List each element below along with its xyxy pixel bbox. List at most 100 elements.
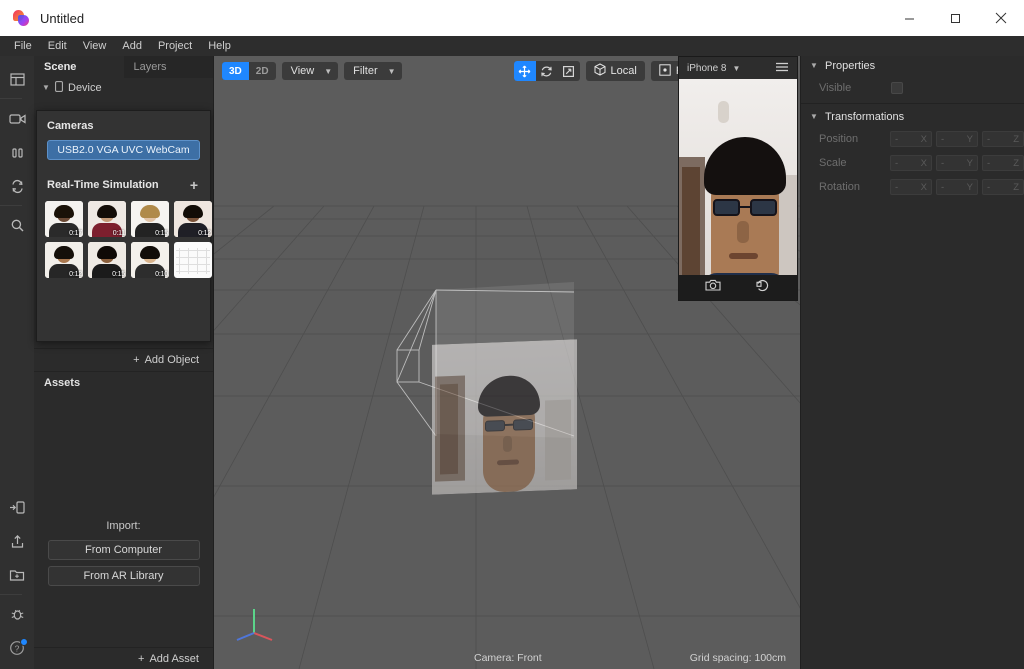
maximize-button[interactable] [932, 0, 978, 36]
chevron-down-icon[interactable]: ▼ [42, 84, 50, 92]
close-button[interactable] [978, 0, 1024, 36]
thumbnail-duration: 0:12 [69, 271, 82, 278]
left-panel: Scene Layers ▼ Device Cameras USB2.0 VGA… [34, 56, 214, 669]
scene-webcam-plane [432, 339, 577, 495]
pause-icon[interactable] [0, 135, 34, 169]
simulation-thumbnail[interactable]: 0:15 [131, 201, 169, 237]
spark-ar-studio-window: Untitled File Edit View Add Project Help [0, 0, 1024, 669]
rotation-z-field[interactable]: -Z [982, 179, 1024, 195]
device-icon [55, 81, 63, 95]
filter-dropdown[interactable]: Filter ▼ [344, 62, 402, 80]
toggle-2d[interactable]: 2D [249, 62, 276, 80]
scale-z-field[interactable]: -Z [982, 155, 1024, 171]
simulation-thumbnail[interactable] [174, 242, 212, 278]
tab-layers[interactable]: Layers [123, 56, 213, 78]
add-object-button[interactable]: + Add Object [34, 348, 213, 372]
debug-bug-icon[interactable] [0, 597, 34, 631]
thumbnail-duration: 0:17 [69, 230, 82, 237]
chevron-down-icon: ▼ [387, 66, 396, 76]
position-y-field[interactable]: -Y [936, 131, 978, 147]
device-preview-screen[interactable] [679, 79, 797, 275]
assets-heading: Assets [34, 372, 213, 394]
hamburger-menu-icon[interactable] [775, 59, 789, 77]
menu-help[interactable]: Help [200, 37, 239, 55]
visible-label: Visible [819, 82, 852, 94]
upload-export-icon[interactable] [0, 524, 34, 558]
add-asset-label: Add Asset [149, 652, 199, 665]
tree-item-device[interactable]: ▼ Device [34, 78, 213, 98]
reload-loop-icon[interactable] [0, 169, 34, 203]
value: - [941, 157, 945, 169]
menu-add[interactable]: Add [114, 37, 150, 55]
device-popover: Cameras USB2.0 VGA UVC WebCam Real-Time … [36, 110, 212, 342]
scale-tool-icon[interactable] [558, 61, 580, 81]
import-from-computer-button[interactable]: From Computer [47, 540, 200, 560]
thumbnail-duration: 0:12 [198, 230, 211, 237]
help-icon[interactable]: ? [0, 631, 34, 665]
filter-dropdown-label: Filter [353, 65, 378, 77]
local-space-label: Local [610, 65, 637, 77]
value: - [941, 181, 945, 193]
pivot-icon [659, 63, 671, 79]
local-space-button[interactable]: Local [585, 61, 645, 81]
properties-section-header[interactable]: ▼ Properties [801, 56, 1024, 76]
device-name-label: iPhone 8 [687, 62, 727, 74]
simulation-thumbnail[interactable]: 0:17 [45, 201, 83, 237]
simulation-thumbnail[interactable]: 0:15 [88, 242, 126, 278]
tree-item-label: Device [68, 82, 102, 94]
device-selector[interactable]: iPhone 8 ▼ [687, 63, 740, 74]
scene-tree: ▼ Device Cameras USB2.0 VGA UVC WebCam R… [34, 78, 213, 348]
tab-scene[interactable]: Scene [34, 56, 124, 78]
rotation-y-field[interactable]: -Y [936, 179, 978, 195]
add-simulation-button[interactable]: + [190, 178, 198, 192]
scale-label: Scale [819, 157, 847, 169]
scale-y-field[interactable]: -Y [936, 155, 978, 171]
rotate-tool-icon[interactable] [536, 61, 558, 81]
rotation-x-field[interactable]: -X [890, 179, 932, 195]
simulation-thumbnail[interactable]: 0:12 [45, 242, 83, 278]
value: - [895, 181, 899, 193]
visible-checkbox[interactable] [891, 82, 903, 94]
simulation-thumbnail[interactable]: 0:12 [174, 201, 212, 237]
camera-status-label: Camera: Front [474, 652, 542, 664]
camera-video-icon[interactable] [0, 101, 34, 135]
property-row-scale: Scale - X - Y - Z [801, 151, 1024, 175]
grid-spacing-label: Grid spacing: 100cm [689, 652, 786, 664]
import-from-ar-library-button[interactable]: From AR Library [47, 566, 200, 586]
minimize-button[interactable] [886, 0, 932, 36]
value: - [895, 133, 899, 145]
panels-layout-icon[interactable] [0, 62, 34, 96]
add-asset-button[interactable]: + Add Asset [34, 647, 213, 669]
record-video-icon[interactable] [755, 278, 771, 298]
dimension-toggle[interactable]: 3D 2D [222, 62, 276, 80]
position-x-field[interactable]: -X [890, 131, 932, 147]
chevron-down-icon[interactable]: ▼ [810, 113, 818, 121]
search-icon[interactable] [0, 208, 34, 242]
assets-panel: Import: From Computer From AR Library [34, 394, 213, 647]
menu-file[interactable]: File [6, 37, 40, 55]
view-dropdown[interactable]: View ▼ [281, 62, 339, 80]
capture-screenshot-icon[interactable] [705, 278, 721, 298]
cube-icon [594, 63, 606, 79]
save-to-folder-icon[interactable] [0, 558, 34, 592]
scale-x-field[interactable]: -X [890, 155, 932, 171]
value: - [987, 157, 991, 169]
axis-label: Z [1013, 133, 1019, 145]
move-tool-icon[interactable] [513, 61, 536, 81]
axis-label: Z [1013, 181, 1019, 193]
toggle-3d[interactable]: 3D [222, 62, 249, 80]
camera-option-selected[interactable]: USB2.0 VGA UVC WebCam [47, 140, 200, 160]
thumbnail-duration: 0:15 [112, 271, 125, 278]
menu-project[interactable]: Project [150, 37, 200, 55]
menu-edit[interactable]: Edit [40, 37, 75, 55]
simulation-thumbnail[interactable]: 0:11 [88, 201, 126, 237]
section-divider [801, 103, 1024, 104]
send-to-device-icon[interactable] [0, 490, 34, 524]
transformations-section-header[interactable]: ▼ Transformations [801, 107, 1024, 127]
chevron-down-icon[interactable]: ▼ [810, 62, 818, 70]
cameras-heading: Cameras [47, 120, 94, 132]
menu-view[interactable]: View [75, 37, 115, 55]
position-z-field[interactable]: -Z [982, 131, 1024, 147]
real-time-simulation-header: Real-Time Simulation + [37, 170, 210, 195]
simulation-thumbnail[interactable]: 0:10 [131, 242, 169, 278]
